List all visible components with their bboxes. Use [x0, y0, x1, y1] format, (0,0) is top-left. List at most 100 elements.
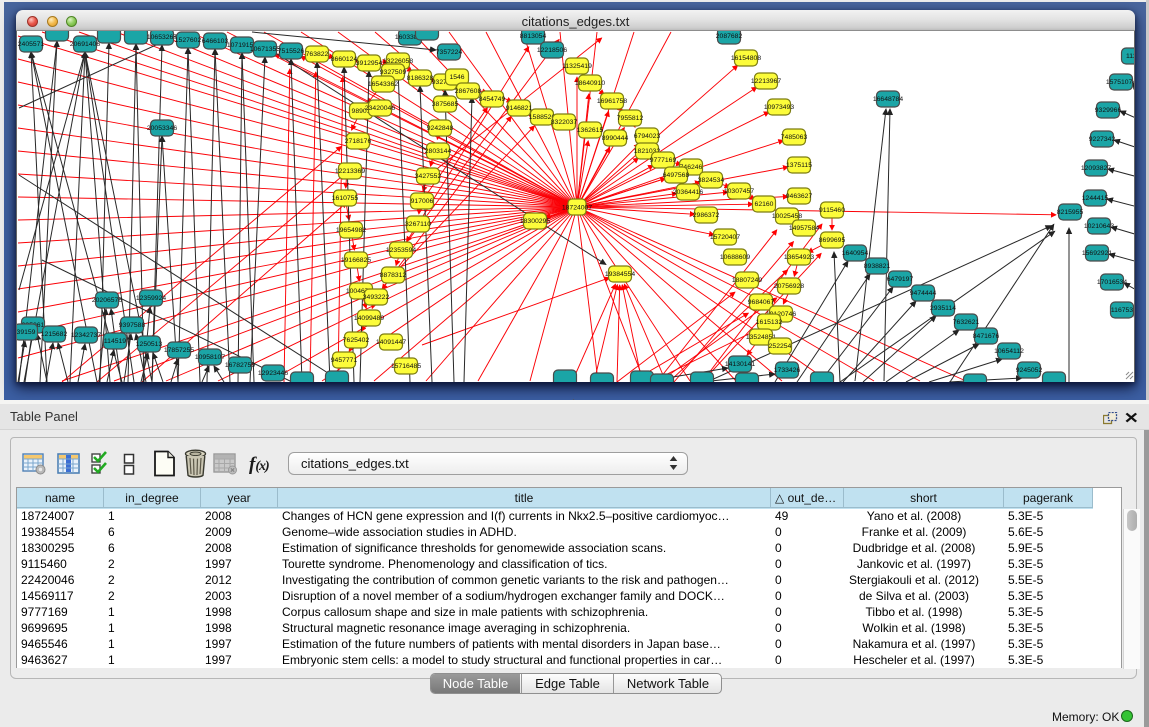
svg-text:17016534: 17016534 — [1097, 279, 1127, 286]
svg-text:1546: 1546 — [449, 74, 464, 81]
svg-text:14091447: 14091447 — [376, 339, 406, 346]
svg-text:8990444: 8990444 — [602, 135, 629, 142]
svg-text:14099489: 14099489 — [354, 315, 384, 322]
svg-text:114519: 114519 — [104, 338, 126, 345]
svg-text:763822: 763822 — [306, 51, 329, 58]
svg-text:15692921: 15692921 — [1082, 250, 1112, 257]
svg-text:3493222: 3493222 — [363, 294, 390, 301]
svg-text:2867608: 2867608 — [455, 88, 482, 95]
svg-text:6794023: 6794023 — [634, 133, 661, 140]
svg-text:8215955: 8215955 — [1057, 209, 1084, 216]
svg-text:15716485: 15716485 — [391, 363, 421, 370]
svg-text:18640910: 18640910 — [575, 80, 605, 87]
svg-text:9457771: 9457771 — [331, 357, 358, 364]
svg-text:12923446: 12923446 — [258, 370, 288, 377]
svg-text:1615132: 1615132 — [756, 319, 783, 326]
svg-text:12218506: 12218506 — [537, 47, 567, 54]
svg-text:2405571: 2405571 — [18, 41, 45, 48]
svg-text:16154808: 16154808 — [731, 55, 761, 62]
svg-text:23420046: 23420046 — [365, 105, 395, 112]
svg-text:16543362: 16543362 — [368, 81, 398, 88]
svg-text:14130141: 14130141 — [725, 361, 755, 368]
svg-text:9115460: 9115460 — [819, 207, 845, 214]
svg-text:8186328: 8186328 — [407, 75, 434, 82]
svg-text:1375115: 1375115 — [786, 162, 812, 169]
svg-text:10210643: 10210643 — [1084, 223, 1114, 230]
svg-text:8699695: 8699695 — [819, 237, 846, 244]
svg-text:9329966: 9329966 — [1095, 107, 1122, 114]
svg-text:10973493: 10973493 — [764, 104, 794, 111]
svg-text:116753: 116753 — [1111, 307, 1133, 314]
svg-text:11325419: 11325419 — [562, 63, 592, 70]
svg-text:62160: 62160 — [755, 201, 774, 208]
svg-text:12213967: 12213967 — [751, 78, 781, 85]
svg-text:12093827: 12093827 — [1081, 165, 1111, 172]
svg-text:8813054: 8813054 — [520, 33, 547, 40]
svg-text:2718176: 2718176 — [345, 138, 372, 145]
svg-text:1215682: 1215682 — [41, 331, 68, 338]
svg-text:8938821: 8938821 — [864, 263, 891, 270]
svg-text:1244415: 1244415 — [1082, 195, 1109, 202]
svg-text:6497568: 6497568 — [663, 172, 690, 179]
svg-text:20206576: 20206576 — [92, 297, 122, 304]
svg-text:2087682: 2087682 — [716, 33, 743, 40]
svg-text:8660124: 8660124 — [331, 56, 358, 63]
svg-text:1610755: 1610755 — [332, 195, 359, 202]
svg-text:10653267: 10653267 — [147, 34, 177, 41]
svg-text:2986372: 2986372 — [693, 212, 720, 219]
svg-text:3427552: 3427552 — [415, 173, 442, 180]
svg-text:8471676: 8471676 — [973, 333, 1000, 340]
svg-text:9397588: 9397588 — [119, 322, 146, 329]
svg-text:9463627: 9463627 — [786, 193, 813, 200]
svg-text:9146821: 9146821 — [506, 105, 533, 112]
svg-text:10958107: 10958107 — [195, 354, 225, 361]
svg-text:13654923: 13654923 — [784, 254, 814, 261]
svg-text:252254: 252254 — [769, 343, 792, 350]
svg-text:19384554: 19384554 — [605, 271, 635, 278]
svg-text:9684067: 9684067 — [748, 299, 775, 306]
svg-text:7625402: 7625402 — [343, 337, 370, 344]
svg-text:7515526: 7515526 — [278, 48, 305, 55]
svg-text:1640954: 1640954 — [842, 250, 869, 257]
svg-text:9327509: 9327509 — [380, 69, 407, 76]
svg-text:10671355: 10671355 — [250, 46, 280, 53]
svg-text:10654112: 10654112 — [994, 348, 1024, 355]
svg-text:1733426: 1733426 — [774, 367, 801, 374]
svg-text:7955812: 7955812 — [617, 115, 644, 122]
svg-text:12213369: 12213369 — [335, 168, 365, 175]
svg-text:9245052: 9245052 — [1016, 367, 1043, 374]
svg-text:9777169: 9777169 — [650, 157, 677, 164]
svg-text:18300295: 18300295 — [520, 218, 550, 225]
svg-text:3912954: 3912954 — [356, 60, 383, 67]
svg-text:17857255: 17857255 — [164, 347, 194, 354]
svg-text:2935114: 2935114 — [930, 305, 956, 312]
svg-text:1250513: 1250513 — [136, 341, 163, 348]
svg-text:15720407: 15720407 — [710, 234, 740, 241]
svg-text:10688609: 10688609 — [720, 254, 750, 261]
svg-text:16782759: 16782759 — [225, 362, 255, 369]
svg-text:18807249: 18807249 — [732, 277, 762, 284]
svg-text:1362615: 1362615 — [577, 127, 604, 134]
svg-text:9474444: 9474444 — [910, 290, 937, 297]
svg-text:9242848: 9242848 — [427, 125, 454, 132]
svg-text:1527602: 1527602 — [175, 37, 202, 44]
svg-text:8878312: 8878312 — [380, 272, 407, 279]
svg-text:7357224: 7357224 — [436, 49, 463, 56]
svg-text:20053346: 20053346 — [147, 125, 177, 132]
svg-text:20691406: 20691406 — [70, 41, 100, 48]
svg-text:12359924: 12359924 — [136, 295, 166, 302]
svg-text:6479197: 6479197 — [887, 276, 914, 283]
svg-text:19166825: 19166825 — [341, 257, 371, 264]
svg-text:10307457: 10307457 — [724, 188, 754, 195]
svg-text:3824534: 3824534 — [698, 177, 725, 184]
svg-text:10025458: 10025458 — [772, 213, 802, 220]
svg-text:12342737: 12342737 — [71, 332, 101, 339]
svg-text:2803144: 2803144 — [425, 148, 452, 155]
svg-text:8322037: 8322037 — [551, 119, 578, 126]
svg-text:1117: 1117 — [1126, 53, 1135, 60]
svg-text:15751074: 15751074 — [1106, 79, 1135, 86]
svg-text:3267110: 3267110 — [405, 221, 431, 228]
svg-text:9227342: 9227342 — [1089, 136, 1116, 143]
svg-text:14957584: 14957584 — [789, 225, 819, 232]
svg-text:18724007: 18724007 — [562, 205, 592, 212]
